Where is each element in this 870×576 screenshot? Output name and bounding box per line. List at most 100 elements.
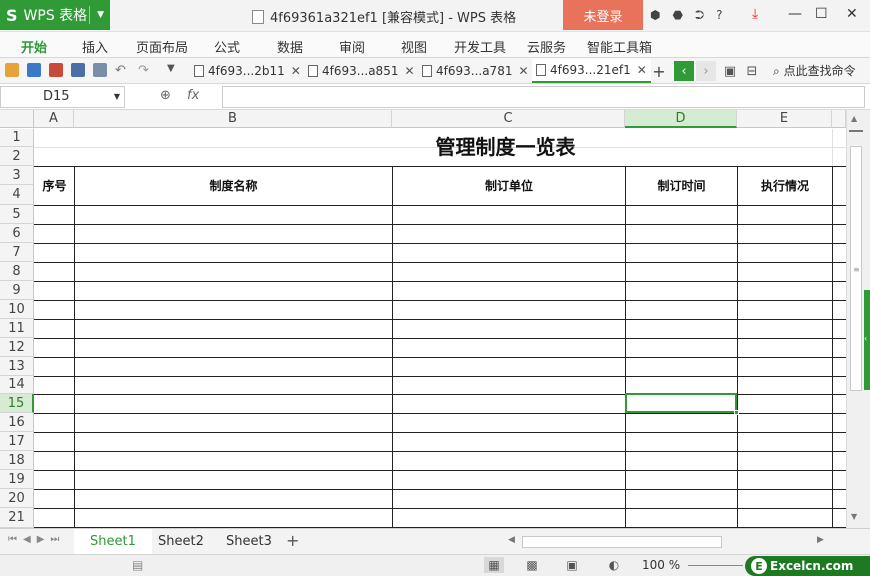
menu-page-layout[interactable]: 页面布局 bbox=[136, 37, 188, 56]
row-header[interactable]: 5 bbox=[0, 205, 34, 224]
print-icon[interactable] bbox=[71, 63, 85, 77]
spreadsheet-grid[interactable]: A B C D E 1 2 3 4 5 6 7 8 9 10 11 12 13 … bbox=[0, 110, 846, 528]
row-header[interactable]: 9 bbox=[0, 281, 34, 300]
header-cell-index[interactable]: 序号 bbox=[35, 167, 74, 205]
row-header[interactable]: 7 bbox=[0, 243, 34, 262]
scroll-thumb[interactable]: ≡ bbox=[850, 146, 862, 391]
select-all-corner[interactable] bbox=[0, 110, 34, 128]
fill-handle[interactable] bbox=[734, 410, 739, 415]
row-header[interactable]: 10 bbox=[0, 300, 34, 319]
doc-tab-3[interactable]: 4f693...a781 ✕ bbox=[418, 59, 533, 83]
row-header[interactable]: 8 bbox=[0, 262, 34, 281]
menu-cloud[interactable]: 云服务 bbox=[527, 37, 566, 56]
doc-tab-1[interactable]: 4f693...2b11 ✕ bbox=[190, 59, 305, 83]
macro-icon[interactable]: ▤ bbox=[132, 558, 143, 572]
eye-protect-icon[interactable]: ◐ bbox=[604, 557, 624, 573]
save-icon[interactable] bbox=[27, 63, 41, 77]
undo-icon[interactable]: ↶ bbox=[115, 63, 129, 78]
close-icon[interactable]: ✕ bbox=[846, 6, 858, 22]
close-icon[interactable]: ✕ bbox=[518, 64, 528, 78]
formula-input[interactable] bbox=[222, 86, 865, 108]
normal-view-icon[interactable]: ▦ bbox=[484, 557, 504, 573]
zoom-formula-icon[interactable]: ⊕ bbox=[160, 88, 171, 103]
print-preview-icon[interactable] bbox=[93, 63, 107, 77]
page-layout-view-icon[interactable]: ▣ bbox=[562, 557, 582, 573]
name-box[interactable]: D15 ▼ bbox=[0, 86, 125, 108]
update-icon[interactable]: ⤓ bbox=[752, 6, 758, 22]
zoom-slider[interactable] bbox=[688, 565, 743, 566]
row-header[interactable]: 18 bbox=[0, 451, 34, 470]
sheet-tab-2[interactable]: Sheet2 bbox=[142, 529, 220, 554]
skin-icon[interactable]: ⬢ bbox=[650, 8, 660, 23]
open-icon[interactable] bbox=[5, 63, 19, 77]
close-icon[interactable]: ✕ bbox=[291, 64, 301, 78]
sheet-tab-3[interactable]: Sheet3 bbox=[210, 529, 288, 554]
minimize-icon[interactable]: — bbox=[788, 6, 802, 22]
header-cell-unit[interactable]: 制订单位 bbox=[393, 167, 625, 205]
close-icon[interactable]: ✕ bbox=[404, 64, 414, 78]
menu-smart-tools[interactable]: 智能工具箱 bbox=[587, 37, 652, 56]
header-cell-date[interactable]: 制订时间 bbox=[626, 167, 737, 205]
row-header[interactable]: 20 bbox=[0, 489, 34, 508]
row-header[interactable]: 19 bbox=[0, 470, 34, 489]
row-header[interactable]: 15 bbox=[0, 394, 34, 413]
horizontal-scrollbar[interactable]: ◀ ▶ bbox=[508, 535, 824, 549]
column-header-c[interactable]: C bbox=[392, 110, 625, 128]
scroll-up-icon[interactable]: ▲ bbox=[851, 114, 857, 123]
fx-icon[interactable]: fx bbox=[187, 88, 199, 103]
tab-list-icon[interactable]: ▣ bbox=[720, 61, 740, 81]
redo-icon[interactable]: ↷ bbox=[138, 63, 152, 78]
row-header[interactable]: 21 bbox=[0, 508, 34, 528]
cube-icon[interactable]: ⬣ bbox=[672, 8, 682, 23]
menu-data[interactable]: 数据 bbox=[277, 37, 303, 56]
row-header[interactable]: 2 bbox=[0, 147, 34, 166]
split-handle-icon[interactable] bbox=[849, 130, 863, 132]
more-tabs-icon[interactable]: ▼ bbox=[167, 63, 181, 77]
login-button[interactable]: 未登录 bbox=[563, 0, 643, 30]
row-header[interactable]: 13 bbox=[0, 357, 34, 376]
row-header[interactable]: 11 bbox=[0, 319, 34, 338]
tab-menu-icon[interactable]: ⊟ bbox=[742, 61, 762, 81]
find-command[interactable]: ⌕ 点此查找命令 bbox=[773, 62, 856, 79]
sheet-nav-icons[interactable]: ⏮◀▶⏭ bbox=[8, 534, 65, 545]
header-cell-status[interactable]: 执行情况 bbox=[738, 167, 832, 205]
scroll-down-icon[interactable]: ▼ bbox=[851, 512, 857, 521]
side-panel-toggle[interactable]: ‹ bbox=[864, 290, 870, 390]
row-header[interactable]: 6 bbox=[0, 224, 34, 243]
column-header-f[interactable] bbox=[832, 110, 846, 128]
column-header-e[interactable]: E bbox=[737, 110, 832, 128]
export-pdf-icon[interactable] bbox=[49, 63, 63, 77]
row-header[interactable]: 12 bbox=[0, 338, 34, 357]
tab-scroll-left-icon[interactable]: ‹ bbox=[674, 61, 694, 81]
menu-review[interactable]: 审阅 bbox=[339, 37, 365, 56]
menu-home[interactable]: 开始 bbox=[21, 37, 47, 56]
doc-tab-4[interactable]: 4f693...21ef1 ✕ bbox=[532, 59, 651, 83]
active-cell[interactable] bbox=[625, 393, 739, 415]
header-cell-name[interactable]: 制度名称 bbox=[75, 167, 392, 205]
app-menu-button[interactable]: S WPS 表格 ▼ bbox=[0, 0, 110, 30]
scroll-right-icon[interactable]: ▶ bbox=[817, 535, 824, 545]
page-break-view-icon[interactable]: ▩ bbox=[522, 557, 542, 573]
row-header[interactable]: 16 bbox=[0, 413, 34, 432]
sheet-title[interactable]: 管理制度一览表 bbox=[35, 129, 846, 166]
scroll-left-icon[interactable]: ◀ bbox=[508, 535, 515, 545]
sheet-tab-1[interactable]: Sheet1 bbox=[74, 529, 152, 554]
row-header[interactable]: 3 bbox=[0, 166, 34, 185]
doc-tab-2[interactable]: 4f693...a851 ✕ bbox=[304, 59, 419, 83]
menu-formula[interactable]: 公式 bbox=[214, 37, 240, 56]
row-header[interactable]: 1 bbox=[0, 129, 34, 147]
new-tab-icon[interactable]: + bbox=[649, 61, 669, 81]
row-header[interactable]: 17 bbox=[0, 432, 34, 451]
help-icon[interactable]: ? bbox=[716, 8, 722, 23]
menu-developer[interactable]: 开发工具 bbox=[454, 37, 506, 56]
zoom-level[interactable]: 100 % bbox=[642, 558, 680, 572]
menu-view[interactable]: 视图 bbox=[401, 37, 427, 56]
scroll-thumb[interactable] bbox=[522, 536, 722, 548]
column-header-b[interactable]: B bbox=[74, 110, 392, 128]
column-header-d[interactable]: D bbox=[625, 110, 737, 128]
share-icon[interactable]: ⮊ bbox=[695, 8, 704, 23]
add-sheet-icon[interactable]: + bbox=[286, 531, 299, 550]
close-icon[interactable]: ✕ bbox=[637, 63, 647, 77]
tab-scroll-right-icon[interactable]: › bbox=[696, 61, 716, 81]
menu-insert[interactable]: 插入 bbox=[82, 37, 108, 56]
